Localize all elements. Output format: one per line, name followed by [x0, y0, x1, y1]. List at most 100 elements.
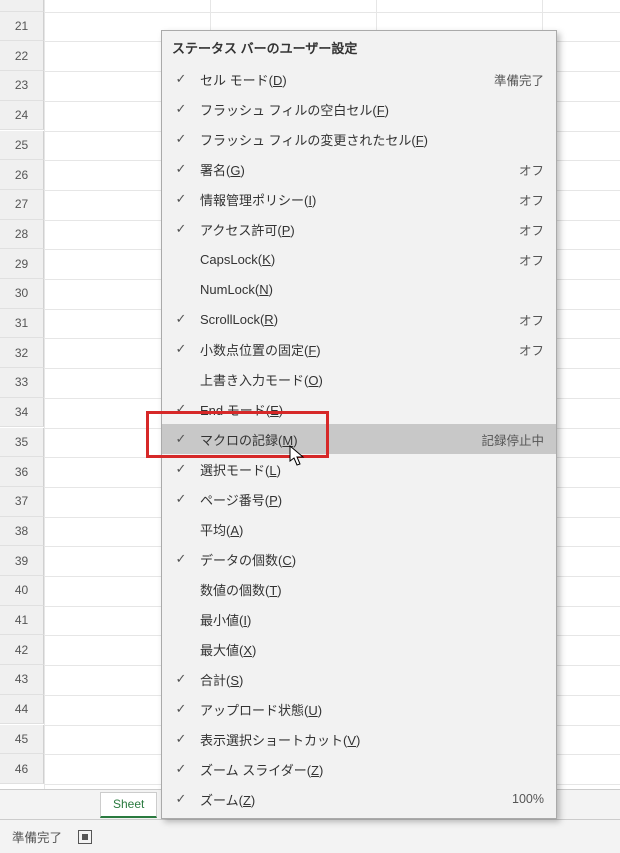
- row-header[interactable]: 22: [0, 41, 44, 71]
- sheet-tab[interactable]: Sheet: [100, 792, 157, 818]
- status-ready: 準備完了: [12, 827, 62, 846]
- menu-item[interactable]: ✓署名(G)オフ: [162, 154, 556, 184]
- row-header[interactable]: 31: [0, 309, 44, 339]
- menu-item-label: 最大値(X): [200, 640, 544, 659]
- check-icon: ✓: [172, 340, 190, 358]
- check-icon: ✓: [172, 790, 190, 808]
- check-icon: ✓: [172, 400, 190, 418]
- menu-item-label: ズーム(Z): [200, 790, 512, 809]
- check-icon: [172, 580, 190, 598]
- menu-item-status: オフ: [519, 190, 544, 209]
- menu-item[interactable]: ✓ 表示選択ショートカット(V): [162, 724, 556, 754]
- menu-item[interactable]: ✓選択モード(L): [162, 454, 556, 484]
- check-icon: [172, 250, 190, 268]
- row-header[interactable]: 32: [0, 338, 44, 368]
- menu-item[interactable]: ✓フラッシュ フィルの変更されたセル(F): [162, 124, 556, 154]
- row-header[interactable]: 28: [0, 220, 44, 250]
- row-header[interactable]: 39: [0, 546, 44, 576]
- menu-item[interactable]: NumLock(N): [162, 274, 556, 304]
- row-header[interactable]: 35: [0, 428, 44, 458]
- menu-item-label: ScrollLock(R): [200, 312, 519, 327]
- menu-item[interactable]: 上書き入力モード(O): [162, 364, 556, 394]
- check-icon: ✓: [172, 700, 190, 718]
- check-icon: [172, 370, 190, 388]
- menu-item-label: 情報管理ポリシー(I): [200, 190, 519, 209]
- menu-item[interactable]: ✓セル モード(D)準備完了: [162, 64, 556, 94]
- check-icon: ✓: [172, 730, 190, 748]
- check-icon: ✓: [172, 130, 190, 148]
- status-bar: 準備完了: [0, 819, 620, 853]
- row-header[interactable]: 44: [0, 695, 44, 725]
- row-header[interactable]: 45: [0, 725, 44, 755]
- menu-item[interactable]: 数値の個数(T): [162, 574, 556, 604]
- row-header[interactable]: 34: [0, 398, 44, 428]
- menu-item-label: 選択モード(L): [200, 460, 544, 479]
- menu-item-label: アップロード状態(U): [200, 700, 544, 719]
- row-header[interactable]: 24: [0, 101, 44, 131]
- check-icon: [172, 640, 190, 658]
- check-icon: ✓: [172, 430, 190, 448]
- menu-item[interactable]: ✓ ズーム スライダー(Z): [162, 754, 556, 784]
- menu-item[interactable]: ✓ フラッシュ フィルの空白セル(F): [162, 94, 556, 124]
- check-icon: ✓: [172, 100, 190, 118]
- row-header[interactable]: 30: [0, 279, 44, 309]
- row-header[interactable]: 46: [0, 754, 44, 784]
- menu-item-label: 平均(A): [200, 520, 544, 539]
- row-header[interactable]: 29: [0, 249, 44, 279]
- menu-item-status: 準備完了: [494, 70, 544, 89]
- menu-item[interactable]: ✓情報管理ポリシー(I)オフ: [162, 184, 556, 214]
- menu-item[interactable]: ✓ アップロード状態(U): [162, 694, 556, 724]
- row-header[interactable]: 38: [0, 517, 44, 547]
- check-icon: ✓: [172, 310, 190, 328]
- row-header[interactable]: 43: [0, 665, 44, 695]
- menu-title: ステータス バーのユーザー設定: [162, 31, 556, 64]
- row-header[interactable]: 25: [0, 131, 44, 161]
- row-header[interactable]: 20: [0, 0, 44, 12]
- row-header[interactable]: 40: [0, 576, 44, 606]
- row-header[interactable]: 36: [0, 457, 44, 487]
- check-icon: ✓: [172, 760, 190, 778]
- menu-item[interactable]: ✓データの個数(C): [162, 544, 556, 574]
- menu-item[interactable]: 最小値(I): [162, 604, 556, 634]
- menu-item-label: End モード(E): [200, 400, 544, 419]
- check-icon: [172, 520, 190, 538]
- macro-stop-icon[interactable]: [78, 830, 92, 844]
- menu-item[interactable]: ✓ マクロの記録(M)記録停止中: [162, 424, 556, 454]
- menu-item-label: 最小値(I): [200, 610, 544, 629]
- menu-item[interactable]: ✓ End モード(E): [162, 394, 556, 424]
- menu-item[interactable]: 平均(A): [162, 514, 556, 544]
- row-header[interactable]: 37: [0, 487, 44, 517]
- menu-item[interactable]: 最大値(X): [162, 634, 556, 664]
- row-header[interactable]: 21: [0, 12, 44, 42]
- check-icon: [172, 280, 190, 298]
- menu-item[interactable]: ✓ScrollLock(R)オフ: [162, 304, 556, 334]
- menu-item-label: 表示選択ショートカット(V): [200, 730, 544, 749]
- menu-item-status: オフ: [519, 340, 544, 359]
- menu-item-status: 100%: [512, 792, 544, 806]
- menu-item-label: 上書き入力モード(O): [200, 370, 544, 389]
- row-header[interactable]: 41: [0, 606, 44, 636]
- menu-item-label: マクロの記録(M): [200, 430, 481, 449]
- menu-item-label: データの個数(C): [200, 550, 544, 569]
- menu-item[interactable]: ✓ 合計(S): [162, 664, 556, 694]
- menu-item[interactable]: ✓ページ番号(P): [162, 484, 556, 514]
- menu-item[interactable]: ✓ ズーム(Z)100%: [162, 784, 556, 814]
- check-icon: ✓: [172, 70, 190, 88]
- row-header[interactable]: 42: [0, 635, 44, 665]
- menu-item-label: CapsLock(K): [200, 252, 519, 267]
- menu-item-label: 署名(G): [200, 160, 519, 179]
- menu-item[interactable]: ✓小数点位置の固定(F)オフ: [162, 334, 556, 364]
- menu-item-label: 合計(S): [200, 670, 544, 689]
- menu-item[interactable]: ✓アクセス許可(P)オフ: [162, 214, 556, 244]
- menu-item-label: 数値の個数(T): [200, 580, 544, 599]
- row-header[interactable]: 33: [0, 368, 44, 398]
- check-icon: ✓: [172, 670, 190, 688]
- row-header[interactable]: 27: [0, 190, 44, 220]
- menu-item-status: オフ: [519, 250, 544, 269]
- row-header[interactable]: 26: [0, 160, 44, 190]
- row-header[interactable]: 23: [0, 71, 44, 101]
- menu-item-label: フラッシュ フィルの空白セル(F): [200, 100, 544, 119]
- menu-item[interactable]: CapsLock(K)オフ: [162, 244, 556, 274]
- menu-item-label: ズーム スライダー(Z): [200, 760, 544, 779]
- menu-item-status: 記録停止中: [481, 430, 544, 449]
